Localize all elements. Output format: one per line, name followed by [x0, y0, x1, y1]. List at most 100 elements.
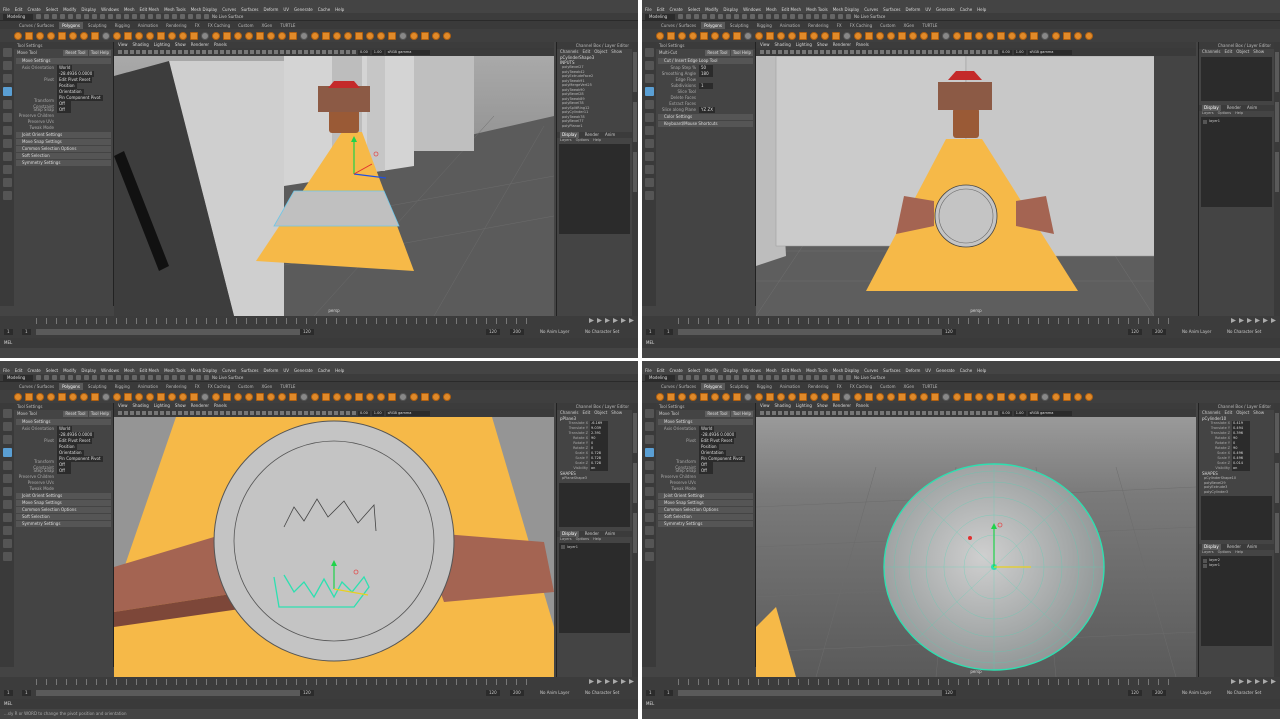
viewport-toolbar-icon[interactable] — [124, 50, 128, 54]
shelf-tab[interactable]: TURTLE — [919, 22, 940, 29]
viewport-toolbar-icon[interactable] — [130, 411, 134, 415]
layer-menu-item[interactable]: Help — [1235, 111, 1243, 116]
mode-selector[interactable]: Modeling — [645, 374, 675, 381]
tool-icon[interactable] — [2, 61, 12, 70]
shelf-tool-icon[interactable] — [1085, 31, 1093, 40]
status-line-icon[interactable] — [750, 14, 755, 19]
shelf-tool-icon[interactable] — [256, 31, 264, 40]
tool-icon[interactable] — [644, 139, 654, 148]
status-line-icon[interactable] — [124, 14, 129, 19]
side-tab[interactable] — [1275, 102, 1279, 142]
side-tab[interactable] — [633, 513, 637, 553]
shelf-tool-icon[interactable] — [47, 31, 55, 40]
status-line-icon[interactable] — [100, 14, 105, 19]
status-line-icon[interactable] — [172, 375, 177, 380]
tool-help-button[interactable]: Tool Help — [88, 50, 111, 56]
status-line-icon[interactable] — [36, 14, 41, 19]
viewport-toolbar-icon[interactable] — [346, 50, 350, 54]
shelf-tab[interactable]: Polygons — [701, 382, 725, 390]
viewport-toolbar-icon[interactable] — [118, 411, 122, 415]
status-line-icon[interactable] — [702, 375, 707, 380]
menu-item[interactable]: Help — [335, 367, 344, 374]
viewport-toolbar-icon[interactable] — [796, 411, 800, 415]
tool-icon[interactable] — [644, 113, 654, 122]
viewport-toolbar-icon[interactable] — [826, 50, 830, 54]
shelf-tool-icon[interactable] — [157, 31, 165, 40]
shelf-tool-icon[interactable] — [190, 31, 198, 40]
settings-section[interactable]: Common Selection Options — [16, 507, 111, 513]
tool-icon[interactable] — [644, 552, 654, 561]
mode-selector[interactable]: Modeling — [3, 13, 33, 20]
shelf-tab[interactable]: FX — [834, 22, 845, 29]
viewport-toolbar-icon[interactable] — [244, 50, 248, 54]
menu-item[interactable]: File — [645, 367, 652, 374]
layer-tab[interactable]: Anim — [605, 531, 615, 537]
viewport-toolbar-icon[interactable] — [814, 411, 818, 415]
viewport-toolbar-icon[interactable] — [160, 50, 164, 54]
play-button[interactable] — [597, 679, 602, 684]
menu-item[interactable]: Display — [723, 6, 738, 13]
menu-item[interactable]: Edit — [15, 367, 23, 374]
viewport-toolbar-icon[interactable] — [244, 411, 248, 415]
shelf-tab[interactable]: Sculpting — [85, 22, 110, 29]
shelf-tool-icon[interactable] — [678, 31, 686, 40]
tool-icon[interactable] — [2, 552, 12, 561]
shelf-tool-icon[interactable] — [399, 392, 407, 401]
shelf-tool-icon[interactable] — [777, 392, 785, 401]
viewport-toolbar-icon[interactable] — [946, 411, 950, 415]
shelf-tool-icon[interactable] — [931, 392, 939, 401]
viewport-toolbar-icon[interactable] — [790, 411, 794, 415]
tool-icon[interactable] — [2, 48, 12, 57]
viewport-toolbar-icon[interactable] — [268, 50, 272, 54]
status-line-icon[interactable] — [742, 375, 747, 380]
range-max-field[interactable]: 200 — [510, 329, 524, 335]
shelf-tool-icon[interactable] — [997, 392, 1005, 401]
status-line-icon[interactable] — [132, 14, 137, 19]
shelf-tool-icon[interactable] — [810, 392, 818, 401]
channel-box-menu-item[interactable]: Channels — [1202, 49, 1221, 55]
settings-value[interactable]: Off — [57, 468, 71, 474]
status-line-icon[interactable] — [822, 375, 827, 380]
tool-icon[interactable] — [644, 500, 654, 509]
colorspace-dropdown[interactable]: sRGB gamma — [1027, 410, 1072, 416]
layer-tab[interactable]: Anim — [1247, 105, 1257, 111]
shelf-tool-icon[interactable] — [245, 392, 253, 401]
layer-menu-item[interactable]: Options — [1218, 550, 1232, 555]
input-node[interactable]: polyPlanar1 — [557, 124, 632, 129]
settings-section[interactable]: Cut / Insert Edge Loop Tool — [658, 58, 753, 64]
tool-icon[interactable] — [2, 487, 12, 496]
shelf-tool-icon[interactable] — [377, 392, 385, 401]
shelf-tool-icon[interactable] — [322, 31, 330, 40]
settings-section[interactable]: Move Settings — [16, 58, 111, 64]
status-line-icon[interactable] — [164, 14, 169, 19]
tool-icon[interactable] — [644, 126, 654, 135]
shelf-tool-icon[interactable] — [700, 392, 708, 401]
command-line[interactable]: MEL — [642, 699, 1280, 709]
menu-item[interactable]: UV — [283, 6, 289, 13]
viewport-toolbar-icon[interactable] — [856, 411, 860, 415]
status-line-icon[interactable] — [60, 375, 65, 380]
shelf-tool-icon[interactable] — [909, 31, 917, 40]
menu-item[interactable]: Select — [688, 6, 700, 13]
shelf-tool-icon[interactable] — [14, 31, 22, 40]
status-line-icon[interactable] — [718, 375, 723, 380]
side-tab[interactable] — [1275, 513, 1279, 553]
menu-item[interactable]: Display — [81, 6, 96, 13]
shelf-tool-icon[interactable] — [410, 392, 418, 401]
settings-value[interactable]: YZ ZX — [699, 107, 715, 113]
shelf-tool-icon[interactable] — [1041, 392, 1049, 401]
status-line-icon[interactable] — [806, 14, 811, 19]
settings-section[interactable]: Move Settings — [658, 419, 753, 425]
shelf-tool-icon[interactable] — [920, 31, 928, 40]
viewport-toolbar-icon[interactable] — [976, 50, 980, 54]
status-line-icon[interactable] — [734, 14, 739, 19]
menu-item[interactable]: Cache — [960, 367, 972, 374]
play-button[interactable] — [629, 318, 634, 323]
viewport-toolbar-icon[interactable] — [994, 411, 998, 415]
settings-section[interactable]: Joint Orient Settings — [658, 493, 753, 499]
menu-item[interactable]: Create — [27, 6, 40, 13]
menu-item[interactable]: Windows — [743, 367, 761, 374]
mode-selector[interactable]: Modeling — [645, 13, 675, 20]
shelf-tab[interactable]: Custom — [235, 22, 256, 29]
command-line[interactable]: MEL — [642, 338, 1280, 348]
